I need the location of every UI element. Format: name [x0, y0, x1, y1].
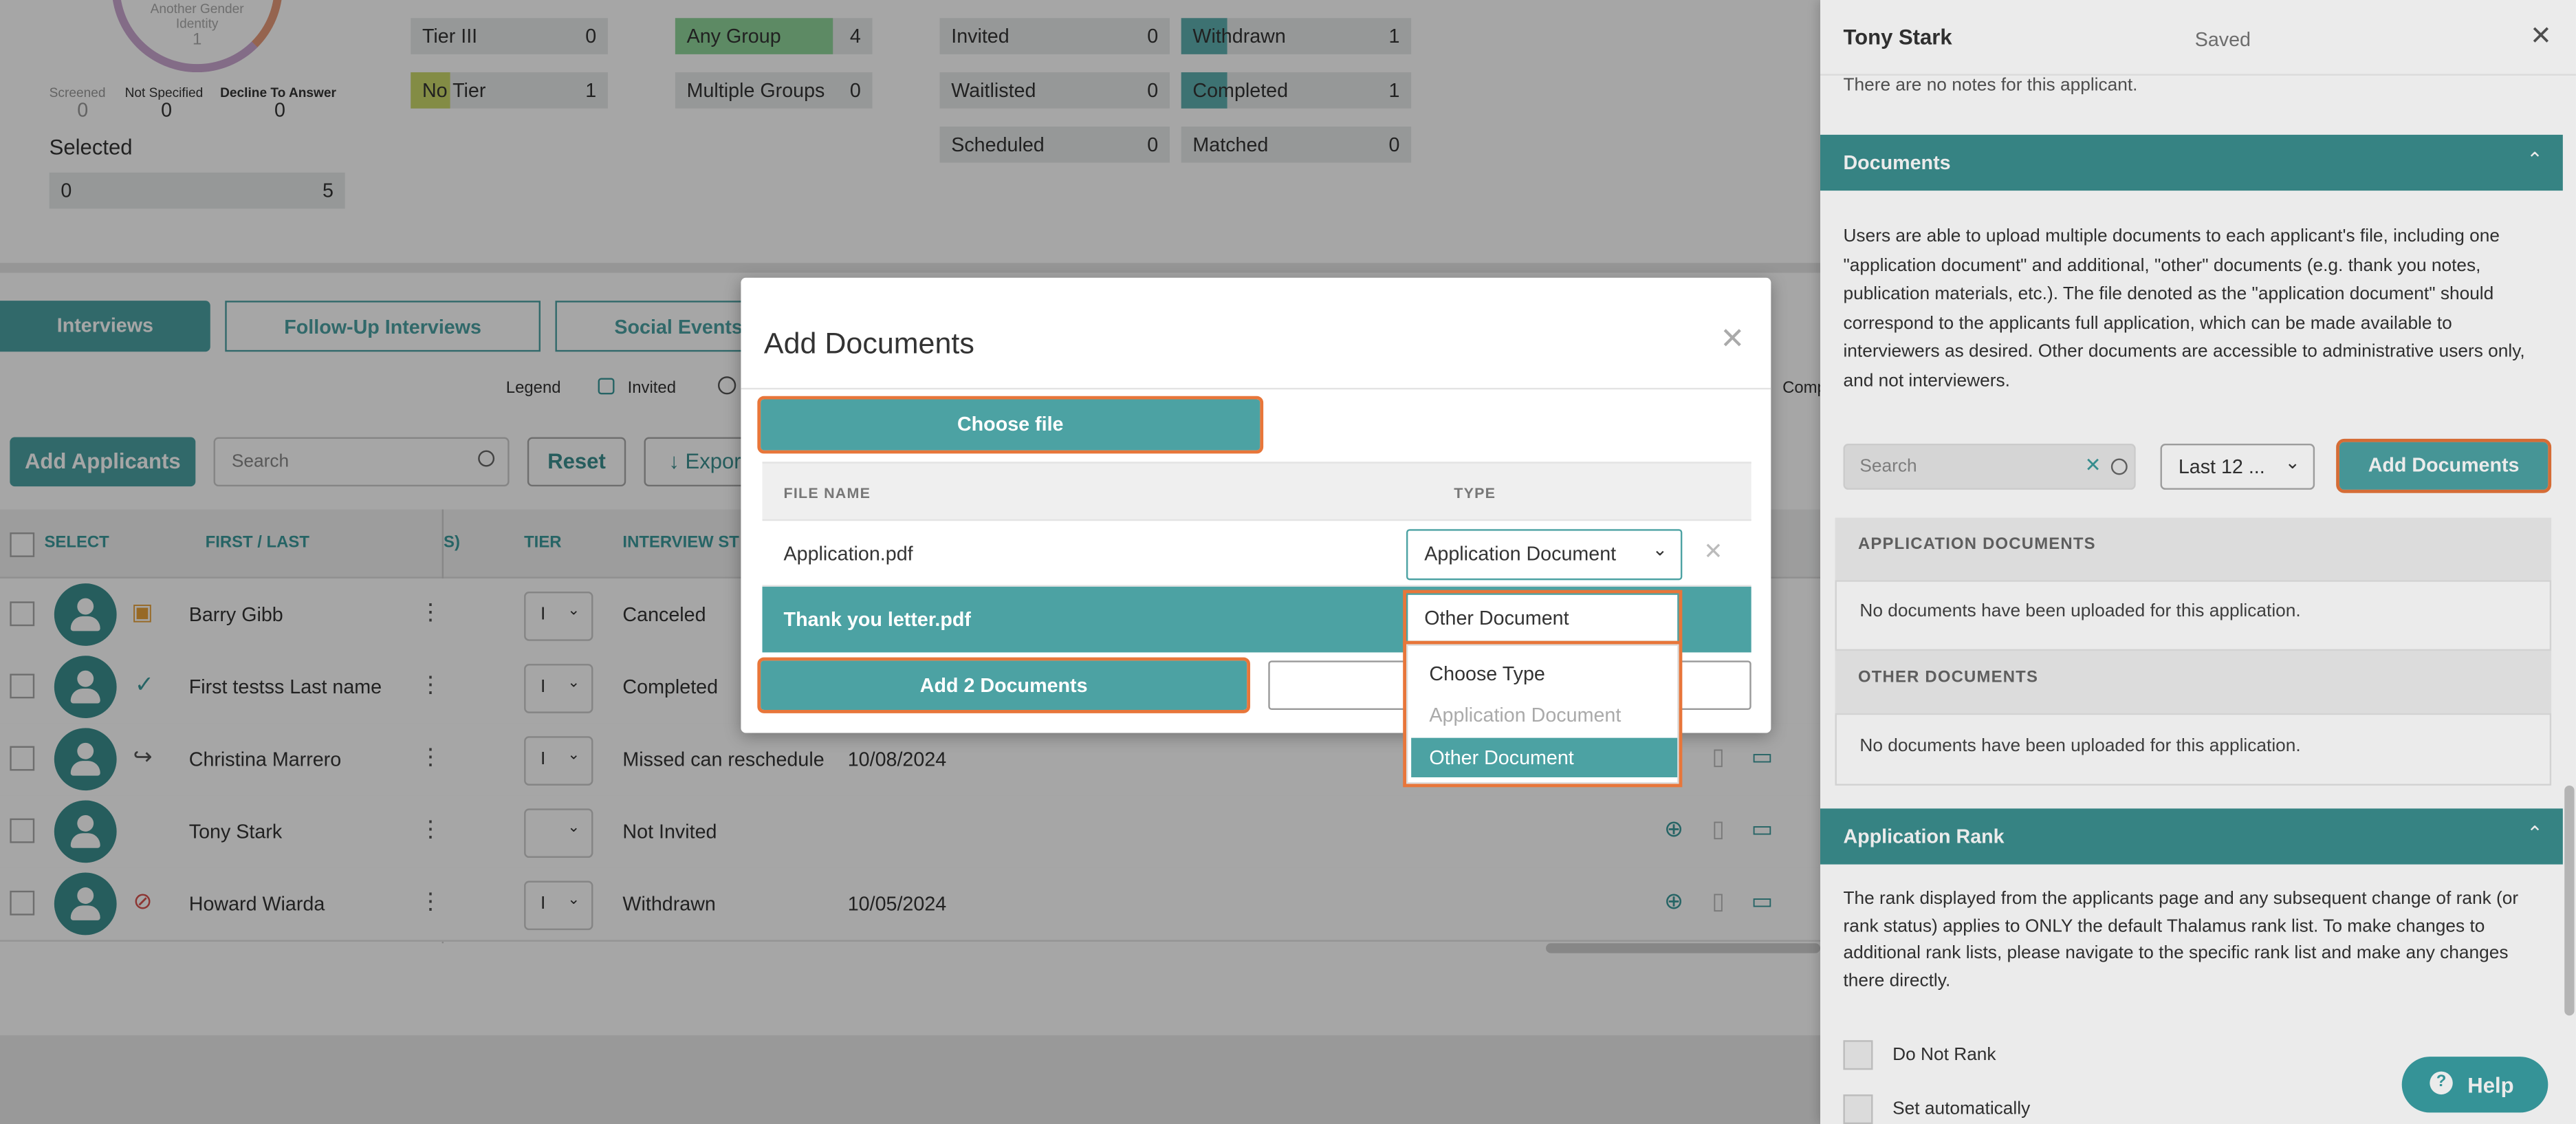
file-type-select-open[interactable]: Other Document: [1403, 590, 1683, 646]
file-row: Application.pdf Application Document ⌄ ✕: [762, 521, 1751, 587]
header-type: TYPE: [1454, 484, 1496, 501]
modal-close-icon[interactable]: ✕: [1720, 322, 1745, 356]
modal-title: Add Documents: [763, 327, 974, 360]
modal-divider: [741, 387, 1771, 390]
file-type-value: Application Document: [1424, 542, 1617, 565]
file-type-select[interactable]: Application Document ⌄: [1406, 529, 1683, 581]
file-name: Application.pdf: [783, 542, 913, 565]
file-name: Thank you letter.pdf: [783, 607, 971, 631]
header-file-name: FILE NAME: [783, 484, 871, 501]
file-type-value: Other Document: [1424, 606, 1569, 629]
chevron-down-icon: ⌄: [1652, 540, 1668, 561]
file-type-dropdown-menu: Choose Type Application Document Other D…: [1403, 640, 1683, 788]
option-application-document: Application Document: [1429, 703, 1622, 726]
panel-dim: [1820, 0, 2576, 1124]
option-choose-type[interactable]: Choose Type: [1408, 654, 1681, 693]
choose-file-button[interactable]: Choose file: [757, 396, 1264, 454]
add-documents-submit-button[interactable]: Add 2 Documents: [757, 657, 1251, 713]
option-other-document[interactable]: Other Document: [1411, 737, 1678, 777]
files-table-header: FILE NAME TYPE: [762, 462, 1751, 521]
add-documents-modal: Add Documents ✕ Choose file FILE NAME TY…: [741, 277, 1771, 788]
remove-file-icon[interactable]: ✕: [1703, 537, 1723, 565]
